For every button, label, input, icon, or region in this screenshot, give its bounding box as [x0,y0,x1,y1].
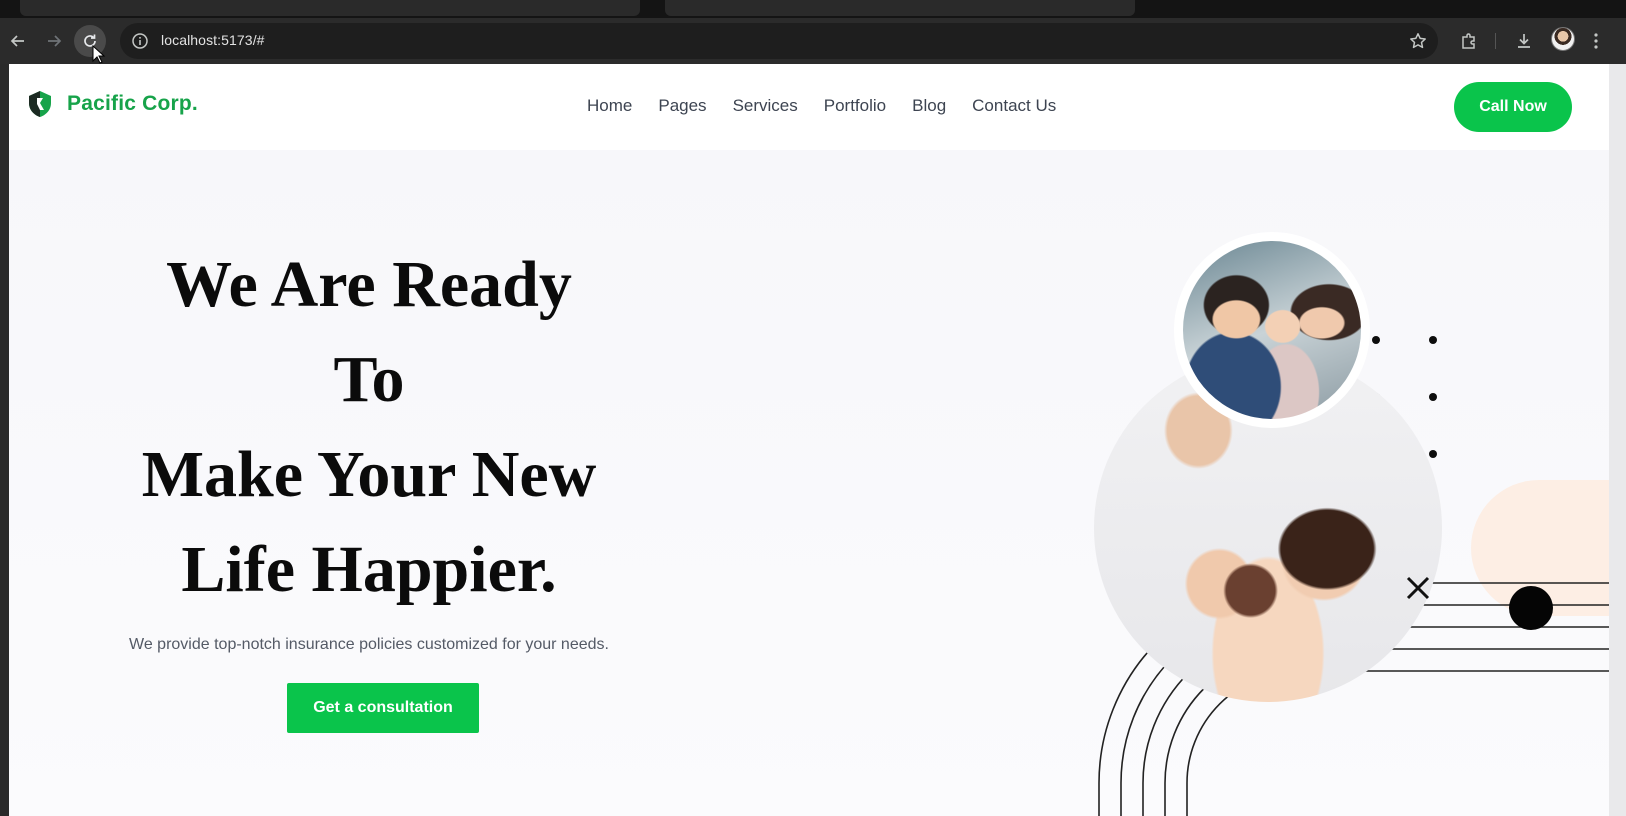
nav-blog[interactable]: Blog [912,96,946,116]
browser-tab-strip [0,0,1626,18]
window-edge [0,64,9,816]
shield-logo-icon [29,91,51,117]
brand-name: Pacific Corp. [67,92,198,115]
site-header: Pacific Corp. Home Pages Services Portfo… [9,64,1609,150]
nav-pages[interactable]: Pages [658,96,706,116]
forward-arrow-icon[interactable] [38,25,70,57]
headline-line: We Are Ready [166,248,572,321]
brand-logo[interactable]: Pacific Corp. [27,90,198,118]
hero-illustration [1059,150,1609,816]
headline-line: Life Happier. [181,533,557,606]
browser-toolbar: localhost:5173/# [0,18,1626,64]
headline-line: To [333,343,405,416]
hero-subtitle: We provide top-notch insurance policies … [129,636,609,653]
nav-services[interactable]: Services [733,96,798,116]
bookmark-star-icon[interactable] [1406,29,1430,53]
download-icon[interactable] [1508,25,1540,57]
headline-line: Make Your New [141,438,597,511]
get-consultation-button[interactable]: Get a consultation [287,683,479,733]
toolbar-divider [1495,33,1496,49]
family-photo-small [1183,241,1361,419]
window-edge [1609,64,1626,816]
back-arrow-icon[interactable] [2,25,34,57]
url-text[interactable]: localhost:5173/# [161,32,265,48]
call-now-button[interactable]: Call Now [1454,82,1572,132]
background-tab[interactable] [20,0,640,16]
decor-black-circle [1509,586,1553,630]
nav-portfolio[interactable]: Portfolio [824,96,886,116]
close-x-icon [1406,576,1430,600]
main-nav: Home Pages Services Portfolio Blog Conta… [587,96,1056,116]
nav-contact-us[interactable]: Contact Us [972,96,1056,116]
profile-avatar[interactable] [1551,27,1575,51]
page-viewport: Pacific Corp. Home Pages Services Portfo… [9,64,1609,816]
hero-section: We Are Ready To Make Your New Life Happi… [9,150,1609,816]
hero-headline: We Are Ready To Make Your New Life Happi… [99,237,639,617]
mouse-cursor-icon [92,45,106,64]
site-info-icon[interactable] [130,31,150,51]
family-photo-small-frame [1174,232,1370,428]
more-vert-icon[interactable] [1584,25,1608,57]
address-bar[interactable]: localhost:5173/# [120,23,1438,59]
extensions-puzzle-icon[interactable] [1453,25,1485,57]
background-tab[interactable] [665,0,1135,16]
nav-home[interactable]: Home [587,96,632,116]
